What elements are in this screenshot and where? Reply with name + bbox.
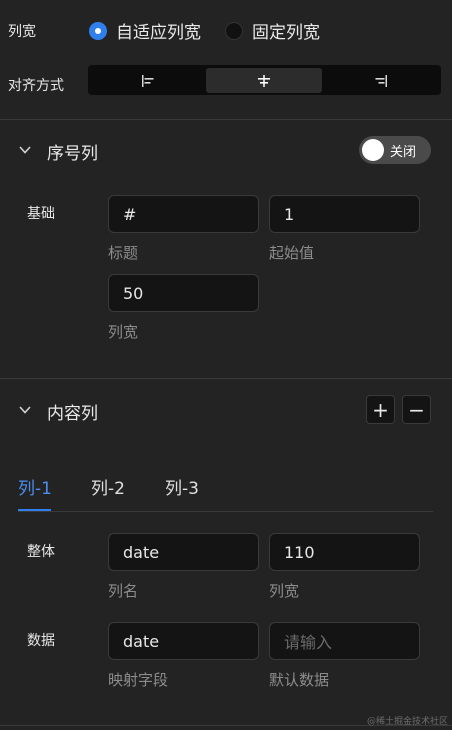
serial-column-switch[interactable]: 关闭 xyxy=(359,136,431,164)
column-name-input[interactable]: date xyxy=(108,533,259,571)
divider xyxy=(0,119,452,120)
remove-column-button[interactable]: − xyxy=(402,395,431,424)
column-width-caption: 列宽 xyxy=(269,582,300,600)
tab-column-2[interactable]: 列-2 xyxy=(91,474,125,499)
serial-width-caption: 列宽 xyxy=(108,323,139,341)
mapping-field-caption: 映射字段 xyxy=(108,671,169,689)
add-column-button[interactable]: + xyxy=(366,395,395,424)
align-center-button[interactable] xyxy=(206,68,322,93)
radio-checked-icon xyxy=(89,21,107,40)
radio-fixed-width[interactable]: 固定列宽 xyxy=(225,18,320,43)
data-row-label: 数据 xyxy=(27,633,55,649)
tab-column-3[interactable]: 列-3 xyxy=(165,474,199,499)
radio-fixed-width-label: 固定列宽 xyxy=(252,23,320,43)
alignment-label: 对齐方式 xyxy=(8,78,64,94)
minus-icon: − xyxy=(408,397,425,422)
switch-label: 关闭 xyxy=(390,144,417,160)
chevron-down-icon xyxy=(19,406,31,414)
mapping-field-input[interactable]: date xyxy=(108,622,259,660)
serial-column-title: 序号列 xyxy=(47,144,98,164)
alignment-segmented-control xyxy=(88,65,441,95)
chevron-down-icon xyxy=(19,146,31,154)
watermark: @稀土掘金技术社区 xyxy=(366,717,448,727)
radio-auto-width-label: 自适应列宽 xyxy=(116,23,201,43)
radio-auto-width[interactable]: 自适应列宽 xyxy=(89,18,201,43)
column-width-label: 列宽 xyxy=(8,24,36,40)
align-center-icon xyxy=(258,74,270,87)
radio-unchecked-icon xyxy=(225,21,243,40)
column-width-input[interactable]: 110 xyxy=(269,533,420,571)
align-left-icon xyxy=(142,74,154,87)
serial-title-input[interactable]: # xyxy=(108,195,259,233)
default-data-input[interactable]: 请输入 xyxy=(269,622,420,660)
align-left-button[interactable] xyxy=(90,68,206,93)
overall-row-label: 整体 xyxy=(27,544,55,560)
tab-column-1[interactable]: 列-1 xyxy=(18,474,52,499)
align-right-button[interactable] xyxy=(323,68,439,93)
default-data-caption: 默认数据 xyxy=(269,671,330,689)
active-tab-indicator xyxy=(18,509,51,511)
align-right-icon xyxy=(375,74,387,87)
column-name-caption: 列名 xyxy=(108,582,139,600)
switch-knob xyxy=(362,139,384,161)
tab-bar-baseline xyxy=(18,511,433,512)
serial-start-input[interactable]: 1 xyxy=(269,195,420,233)
content-column-collapse-toggle[interactable] xyxy=(18,402,32,421)
serial-start-caption: 起始值 xyxy=(269,244,315,262)
basic-row-label: 基础 xyxy=(27,206,55,222)
content-column-title: 内容列 xyxy=(47,404,98,424)
divider xyxy=(0,378,452,379)
serial-width-input[interactable]: 50 xyxy=(108,274,259,312)
serial-title-caption: 标题 xyxy=(108,244,139,262)
serial-column-collapse-toggle[interactable] xyxy=(18,142,32,161)
plus-icon: + xyxy=(372,397,389,422)
